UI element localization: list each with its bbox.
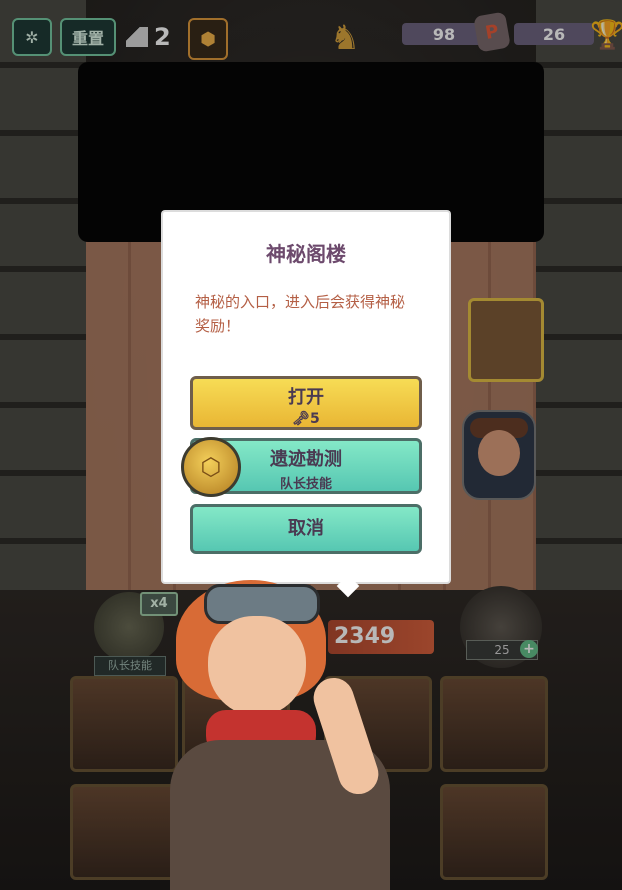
open-button[interactable]: 打开 🗝5 (190, 376, 422, 430)
character-face (208, 616, 306, 716)
dialog-description: 神秘的入口，进入后会获得神秘奖励！ (195, 293, 406, 335)
open-cost-value: 5 (310, 411, 320, 427)
game-stage: x4 队长技能 2349 25 + ✲ 重置 2 ⬢ ♞ 98 P 26 🏆 神… (0, 0, 622, 890)
coin-icon: ⬡ (181, 437, 241, 497)
open-cost: 🗝5 (193, 411, 419, 427)
open-label: 打开 (288, 387, 324, 408)
guide-character (150, 560, 450, 890)
cancel-button[interactable]: 取消 (190, 504, 422, 554)
mystery-attic-dialog: 神秘阁楼 神秘的入口，进入后会获得神秘奖励！ 打开 🗝5 遗迹勘测 队长技能 ⬡… (163, 212, 449, 582)
key-icon: 🗝 (292, 411, 311, 427)
cancel-label: 取消 (288, 518, 324, 539)
dialog-title: 神秘阁楼 (266, 242, 346, 266)
